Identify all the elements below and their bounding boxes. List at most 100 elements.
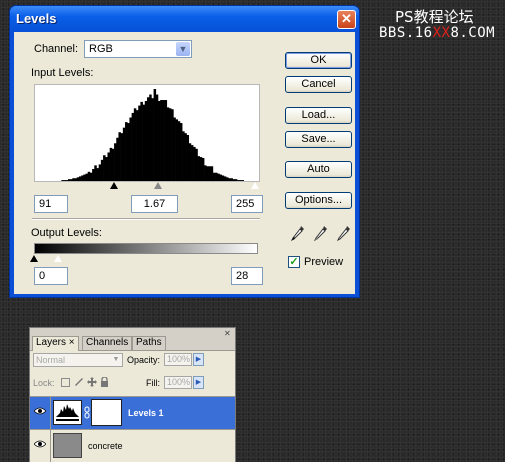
- histogram-bar: [122, 127, 126, 181]
- tab-paths[interactable]: Paths: [132, 336, 166, 350]
- output-black-handle[interactable]: [30, 255, 38, 262]
- histogram-bar: [173, 117, 176, 181]
- save-button[interactable]: Save...: [285, 131, 352, 148]
- histogram-bar: [94, 165, 97, 181]
- load-button[interactable]: Load...: [285, 107, 352, 124]
- watermark-title: PS教程论坛: [395, 8, 474, 26]
- input-black-field[interactable]: 91: [34, 195, 68, 213]
- levels-dialog: Levels ✕ Channel: RGB ▼ Input Levels: 91…: [9, 5, 360, 298]
- output-white-handle[interactable]: [53, 254, 63, 263]
- output-levels-slider[interactable]: [30, 253, 258, 265]
- opacity-arrow-icon[interactable]: ▶: [193, 353, 204, 366]
- layer-name[interactable]: concrete: [88, 441, 123, 451]
- input-white-field[interactable]: 255: [231, 195, 263, 213]
- channel-label: Channel:: [34, 43, 79, 55]
- output-white-field[interactable]: 28: [231, 267, 263, 285]
- histogram-bar: [206, 166, 209, 181]
- histogram-bar: [105, 157, 108, 181]
- histogram-bar: [129, 117, 132, 181]
- histogram-bar: [157, 100, 161, 181]
- tab-layers[interactable]: Layers ×: [32, 336, 79, 351]
- opacity-label: Opacity:: [127, 355, 161, 365]
- blend-mode-value: Normal: [36, 355, 66, 365]
- gray-eyedropper-icon[interactable]: [312, 225, 328, 243]
- visibility-toggle[interactable]: [30, 430, 51, 462]
- histogram-bar: [149, 94, 152, 181]
- eye-icon[interactable]: [34, 407, 46, 415]
- dialog-title: Levels: [16, 11, 57, 26]
- watermark-url-red: XX: [432, 25, 451, 41]
- dialog-titlebar[interactable]: Levels ✕: [10, 6, 359, 32]
- histogram-bar: [140, 101, 143, 181]
- blend-mode-select[interactable]: Normal ▼: [33, 353, 123, 367]
- panel-titlebar[interactable]: [30, 328, 235, 336]
- histogram-bar: [136, 110, 139, 181]
- chevron-down-icon[interactable]: ▼: [176, 42, 190, 56]
- histogram-bar: [109, 147, 113, 181]
- input-white-handle[interactable]: [250, 181, 260, 190]
- cancel-button[interactable]: Cancel: [285, 76, 352, 93]
- layer-thumbnail: [53, 433, 82, 458]
- histogram-bar: [175, 119, 179, 181]
- histogram-bar: [98, 164, 102, 181]
- histogram-bar: [182, 131, 185, 181]
- eye-icon[interactable]: [34, 440, 46, 448]
- close-button[interactable]: ✕: [337, 10, 356, 29]
- preview-checkbox[interactable]: ✓: [288, 256, 300, 268]
- fill-arrow-icon[interactable]: ▶: [193, 376, 204, 389]
- input-gamma-field[interactable]: 1.67: [131, 195, 178, 213]
- histogram-bar: [168, 108, 172, 181]
- histogram-bar: [193, 146, 196, 181]
- lock-brush-icon[interactable]: [74, 377, 84, 387]
- panel-tabs: Layers × Channels Paths: [30, 336, 235, 351]
- tab-layers-label: Layers: [36, 337, 67, 348]
- input-gamma-handle[interactable]: [154, 182, 162, 189]
- histogram-bar: [144, 100, 148, 181]
- layer-row-levels[interactable]: Levels 1: [30, 396, 235, 429]
- histogram-bar: [184, 133, 187, 181]
- input-black-handle[interactable]: [110, 182, 118, 189]
- layers-panel: ✕ Layers × Channels Paths Normal ▼ Opaci…: [29, 327, 236, 462]
- options-button[interactable]: Options...: [285, 192, 352, 209]
- histogram-bar: [131, 112, 135, 181]
- watermark-url-part1: BBS.16: [379, 25, 433, 41]
- layer-name[interactable]: Levels 1: [128, 408, 164, 418]
- layer-row-concrete[interactable]: concrete: [30, 429, 235, 462]
- output-black-field[interactable]: 0: [34, 267, 68, 285]
- histogram-bar: [114, 143, 117, 181]
- tab-channels[interactable]: Channels: [82, 336, 133, 350]
- lock-all-icon[interactable]: [100, 377, 109, 387]
- channel-select[interactable]: RGB ▼: [84, 40, 192, 58]
- input-levels-slider[interactable]: [34, 180, 260, 192]
- histogram-bar: [195, 148, 198, 181]
- histogram-bar: [120, 133, 124, 181]
- histogram-bar: [155, 94, 159, 181]
- preview-label[interactable]: Preview: [304, 256, 343, 268]
- histogram-bar: [103, 155, 106, 181]
- lock-label: Lock:: [33, 378, 55, 388]
- white-eyedropper-icon[interactable]: [335, 225, 351, 243]
- dialog-body: Channel: RGB ▼ Input Levels: 91 1.67 255…: [14, 32, 355, 294]
- opacity-field[interactable]: 100%: [164, 353, 192, 366]
- histogram-bar: [127, 123, 130, 181]
- fill-label: Fill:: [146, 378, 160, 388]
- histogram-bar: [138, 105, 141, 181]
- histogram-bar: [190, 145, 194, 181]
- tab-close-icon[interactable]: ×: [69, 337, 75, 348]
- black-eyedropper-icon[interactable]: [289, 225, 305, 243]
- watermark-url-part2: 8.COM: [450, 25, 496, 41]
- watermark-url: BBS.16XX8.COM: [379, 25, 495, 41]
- lock-transparent-icon[interactable]: [61, 378, 70, 387]
- ok-button[interactable]: OK: [285, 52, 352, 69]
- layer-mask-thumbnail[interactable]: [91, 399, 122, 426]
- histogram-bar: [201, 158, 205, 181]
- histogram-bar: [162, 100, 165, 181]
- histogram-bar: [179, 123, 183, 181]
- auto-button[interactable]: Auto: [285, 161, 352, 178]
- visibility-toggle[interactable]: [30, 397, 51, 429]
- chevron-down-icon: ▼: [112, 356, 120, 363]
- link-icon[interactable]: [84, 406, 90, 419]
- lock-move-icon[interactable]: [87, 377, 97, 387]
- histogram-bar: [171, 109, 174, 181]
- fill-field[interactable]: 100%: [164, 376, 192, 389]
